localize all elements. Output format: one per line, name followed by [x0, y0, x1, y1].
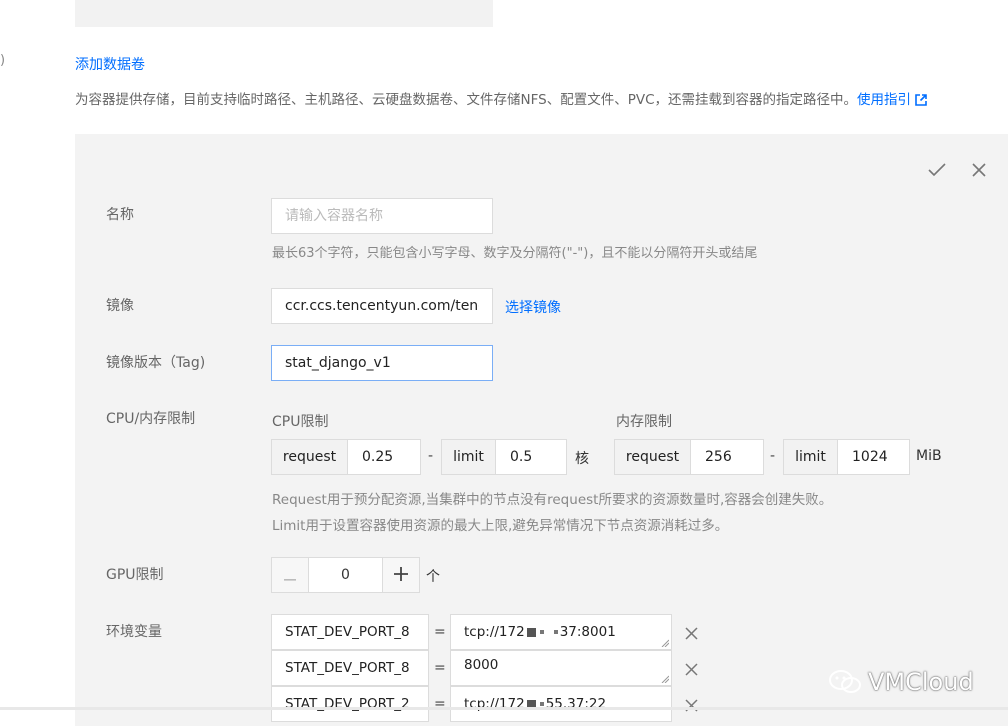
volume-description: 为容器提供存储，目前支持临时路径、主机路径、云硬盘数据卷、文件存储NFS、配置文… — [75, 88, 927, 110]
cpu-limit-addon: limit — [441, 439, 496, 475]
close-icon[interactable] — [681, 659, 701, 679]
watermark-text: VMCloud — [868, 668, 974, 696]
env-value-input[interactable]: tcp://172 37:8001 — [450, 614, 672, 650]
resize-handle-icon[interactable] — [661, 675, 669, 683]
env-value-prefix: 8000 — [464, 657, 499, 673]
env-key-input[interactable]: STAT_DEV_PORT_8 — [271, 650, 429, 686]
top-input-strip — [75, 0, 493, 27]
redacted-mark — [539, 702, 544, 706]
memory-request-input[interactable]: 256 — [690, 439, 764, 475]
close-icon[interactable] — [969, 160, 989, 180]
cpu-unit: 核 — [575, 451, 589, 467]
memory-limit-title: 内存限制 — [616, 414, 672, 430]
gpu-limit-label: GPU限制 — [106, 567, 164, 583]
resize-handle-icon[interactable] — [661, 639, 669, 647]
cpu-limit-title: CPU限制 — [272, 414, 329, 430]
env-equals: = — [434, 660, 446, 676]
image-input[interactable] — [271, 288, 493, 324]
external-link-icon[interactable] — [915, 94, 927, 110]
close-icon[interactable] — [681, 623, 701, 643]
memory-limit-input[interactable]: 1024 — [837, 439, 910, 475]
plus-icon — [394, 566, 408, 585]
memory-request-addon: request — [614, 439, 691, 475]
name-label: 名称 — [106, 207, 134, 223]
container-form-panel: 名称 最长63个字符，只能包含小写字母、数字及分隔符("-")，且不能以分隔符开… — [75, 134, 1008, 726]
gpu-increment-button[interactable] — [382, 557, 420, 593]
tag-input[interactable] — [271, 345, 493, 381]
left-marker: ) — [0, 53, 6, 68]
volume-description-text: 为容器提供存储，目前支持临时路径、主机路径、云硬盘数据卷、文件存储NFS、配置文… — [75, 92, 857, 108]
add-volume-link[interactable]: 添加数据卷 — [75, 54, 145, 74]
redacted-mark — [526, 627, 536, 637]
gpu-unit: 个 — [426, 569, 440, 585]
redacted-mark — [553, 630, 558, 634]
cpu-range-dash: - — [428, 448, 434, 464]
select-image-link[interactable]: 选择镜像 — [505, 297, 561, 317]
check-icon[interactable] — [927, 160, 947, 180]
chat-bubble-icon — [829, 670, 861, 693]
memory-limit-addon: limit — [783, 439, 838, 475]
cpu-request-input[interactable]: 0.25 — [347, 439, 421, 475]
resource-limit-label: CPU/内存限制 — [106, 411, 196, 427]
name-hint: 最长63个字符，只能包含小写字母、数字及分隔符("-")，且不能以分隔符开头或结… — [272, 246, 758, 261]
env-value-suffix: 37:8001 — [559, 624, 616, 640]
tag-label: 镜像版本（Tag) — [106, 355, 206, 371]
page-bottom-edge — [0, 707, 1008, 710]
redacted-mark — [539, 630, 544, 634]
watermark: VMCloud — [828, 668, 974, 696]
close-icon[interactable] — [681, 695, 701, 715]
container-name-input[interactable] — [271, 198, 493, 234]
env-equals: = — [434, 624, 446, 640]
minus-icon — [284, 566, 296, 585]
request-hint: Request用于预分配资源,当集群中的节点没有request所要求的资源数量时… — [272, 492, 833, 508]
cpu-request-addon: request — [271, 439, 348, 475]
env-vars-label: 环境变量 — [106, 624, 162, 640]
env-value-input[interactable]: tcp://172 55.37:22 — [450, 686, 672, 722]
image-label: 镜像 — [106, 298, 134, 314]
env-key-input[interactable]: STAT_DEV_PORT_8 — [271, 614, 429, 650]
memory-range-dash: - — [770, 448, 776, 464]
memory-unit: MiB — [916, 448, 942, 464]
cpu-limit-input[interactable]: 0.5 — [495, 439, 567, 475]
gpu-count-input[interactable]: 0 — [309, 557, 382, 593]
env-value-input[interactable]: 8000 — [450, 650, 672, 686]
gpu-decrement-button[interactable] — [271, 557, 309, 593]
guide-link[interactable]: 使用指引 — [857, 92, 911, 108]
limit-hint: Limit用于设置容器使用资源的最大上限,避免异常情况下节点资源消耗过多。 — [272, 518, 729, 534]
env-key-input[interactable]: STAT_DEV_PORT_2 — [271, 686, 429, 722]
env-value-prefix: tcp://172 — [464, 624, 525, 640]
